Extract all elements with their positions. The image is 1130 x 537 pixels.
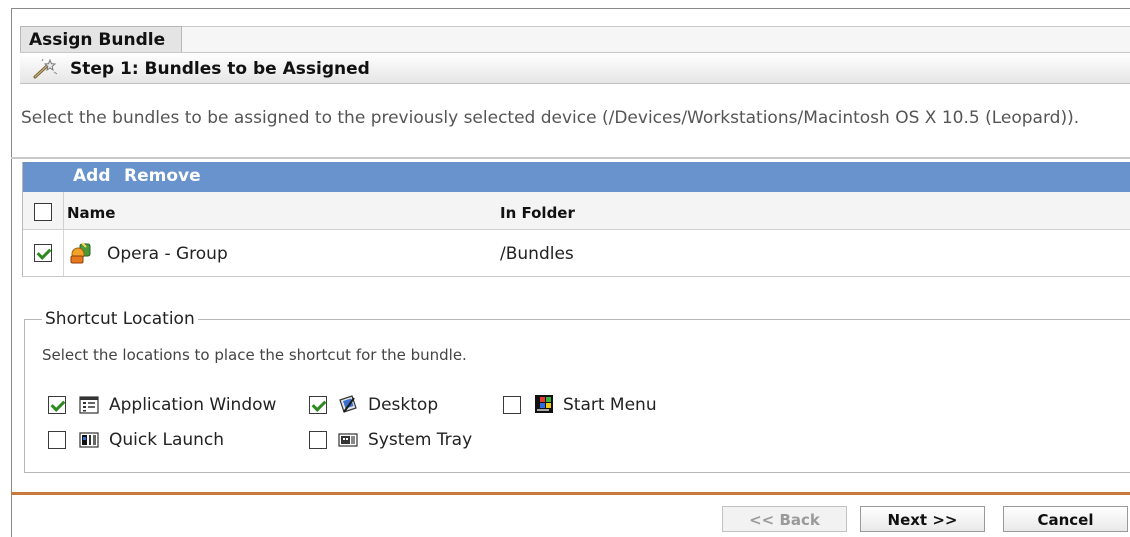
- remove-button[interactable]: Remove: [124, 166, 201, 186]
- start-menu-checkbox[interactable]: [503, 396, 521, 414]
- window-frame-left: [11, 8, 12, 537]
- next-button[interactable]: Next >>: [860, 506, 985, 532]
- footer-divider: [11, 492, 1130, 495]
- bundle-group-icon: [70, 242, 91, 264]
- table-header-row: [23, 192, 1130, 230]
- start-menu-icon: [535, 395, 553, 413]
- select-all-checkbox[interactable]: [34, 203, 52, 221]
- quick-launch-checkbox[interactable]: [48, 431, 66, 449]
- window-frame-top: [11, 8, 1130, 9]
- system-tray-checkbox[interactable]: [309, 431, 327, 449]
- application-window-icon: [79, 396, 99, 414]
- tab-assign-bundle: Assign Bundle: [20, 26, 182, 52]
- shortcut-location-hint: Select the locations to place the shortc…: [42, 346, 467, 364]
- application-window-checkbox[interactable]: [48, 396, 66, 414]
- wizard-wand-icon: [33, 58, 58, 79]
- bundle-table: Add Remove Name In Folder Opera - Group …: [22, 162, 1130, 277]
- table-top-divider: [11, 157, 1130, 159]
- back-button[interactable]: << Back: [722, 506, 847, 532]
- row-checkbox[interactable]: [34, 244, 52, 262]
- page-description: Select the bundles to be assigned to the…: [21, 108, 1080, 128]
- bundle-name-link[interactable]: Opera - Group: [107, 244, 228, 264]
- desktop-label[interactable]: Desktop: [368, 395, 438, 415]
- column-divider: [63, 192, 64, 230]
- quick-launch-label[interactable]: Quick Launch: [109, 430, 224, 450]
- column-divider: [63, 230, 64, 276]
- application-window-label[interactable]: Application Window: [109, 395, 276, 415]
- column-header-name[interactable]: Name: [67, 204, 115, 222]
- step-bar: Step 1: Bundles to be Assigned: [20, 52, 1130, 84]
- column-header-folder[interactable]: In Folder: [500, 204, 575, 222]
- desktop-checkbox[interactable]: [309, 396, 327, 414]
- desktop-icon: [339, 395, 357, 413]
- system-tray-icon: [338, 433, 358, 447]
- system-tray-label[interactable]: System Tray: [368, 430, 472, 450]
- step-title: Step 1: Bundles to be Assigned: [70, 59, 370, 79]
- tab-label: Assign Bundle: [29, 30, 166, 50]
- start-menu-label[interactable]: Start Menu: [563, 395, 657, 415]
- bundle-folder: /Bundles: [500, 244, 574, 264]
- table-action-bar: Add Remove: [23, 162, 1130, 192]
- cancel-button[interactable]: Cancel: [1003, 506, 1128, 532]
- shortcut-location-legend: Shortcut Location: [42, 309, 198, 329]
- tab-strip: [182, 26, 1130, 52]
- add-button[interactable]: Add: [73, 166, 111, 186]
- quick-launch-icon: [79, 432, 99, 448]
